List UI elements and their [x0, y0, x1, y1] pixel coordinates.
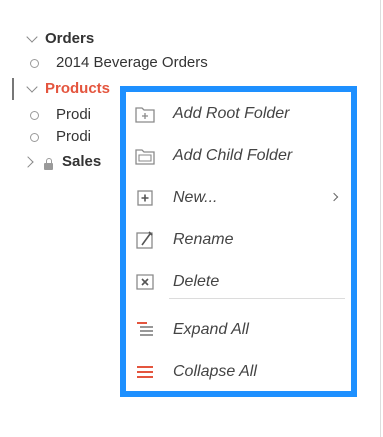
tree-folder-sales[interactable]: Sales: [0, 151, 120, 173]
menu-item-add-child-folder[interactable]: Add Child Folder: [126, 137, 351, 175]
chevron-down-icon[interactable]: [26, 31, 38, 43]
delete-icon: [136, 274, 154, 290]
rename-icon: [136, 231, 153, 249]
tree-folder-label: Products: [45, 80, 111, 97]
tree-folder-label: Sales: [62, 153, 102, 170]
menu-item-add-root-folder[interactable]: Add Root Folder: [126, 95, 351, 133]
menu-item-delete[interactable]: Delete: [126, 263, 351, 301]
menu-item-new[interactable]: New...: [126, 179, 351, 217]
menu-item-label: Expand All: [173, 321, 249, 338]
report-bullet-icon: [30, 133, 39, 142]
menu-item-rename[interactable]: Rename: [126, 221, 351, 259]
collapse-all-icon: [137, 366, 153, 378]
tree-folder-products[interactable]: Products: [0, 78, 122, 100]
context-menu: Add Root Folder Add Child Folder New...: [120, 86, 357, 397]
menu-item-label: Collapse All: [173, 363, 257, 380]
tree-item-2014-beverage-orders[interactable]: 2014 Beverage Orders: [0, 52, 300, 74]
folder-tree-panel: Orders 2014 Beverage Orders Products Pro…: [0, 0, 383, 437]
report-bullet-icon: [30, 59, 39, 68]
tree-folder-orders[interactable]: Orders: [0, 28, 240, 50]
chevron-right-icon: [329, 192, 339, 202]
menu-item-label: Rename: [173, 231, 234, 248]
menu-item-expand-all[interactable]: Expand All: [126, 311, 351, 349]
add-child-folder-icon: [135, 149, 155, 165]
menu-item-label: Add Child Folder: [173, 147, 293, 164]
menu-item-label: New...: [173, 189, 218, 206]
menu-separator: [169, 298, 345, 299]
tree-item-label: 2014 Beverage Orders: [56, 54, 208, 71]
report-bullet-icon: [30, 111, 39, 120]
tree-item-label: Prodi: [56, 106, 92, 123]
chevron-down-icon[interactable]: [26, 81, 38, 93]
add-root-folder-icon: [135, 107, 155, 123]
chevron-right-icon[interactable]: [22, 156, 34, 168]
menu-item-label: Add Root Folder: [173, 105, 290, 122]
expand-all-icon: [137, 322, 153, 336]
tree-item-product-1[interactable]: Prodi: [0, 104, 120, 126]
lock-icon: [44, 158, 53, 170]
new-icon: [137, 190, 153, 206]
menu-item-label: Delete: [173, 273, 220, 290]
tree-folder-label: Orders: [45, 30, 95, 47]
panel-divider: [380, 0, 381, 437]
menu-item-collapse-all[interactable]: Collapse All: [126, 353, 351, 391]
tree-item-label: Prodi: [56, 128, 92, 145]
tree-item-product-2[interactable]: Prodi: [0, 126, 120, 148]
